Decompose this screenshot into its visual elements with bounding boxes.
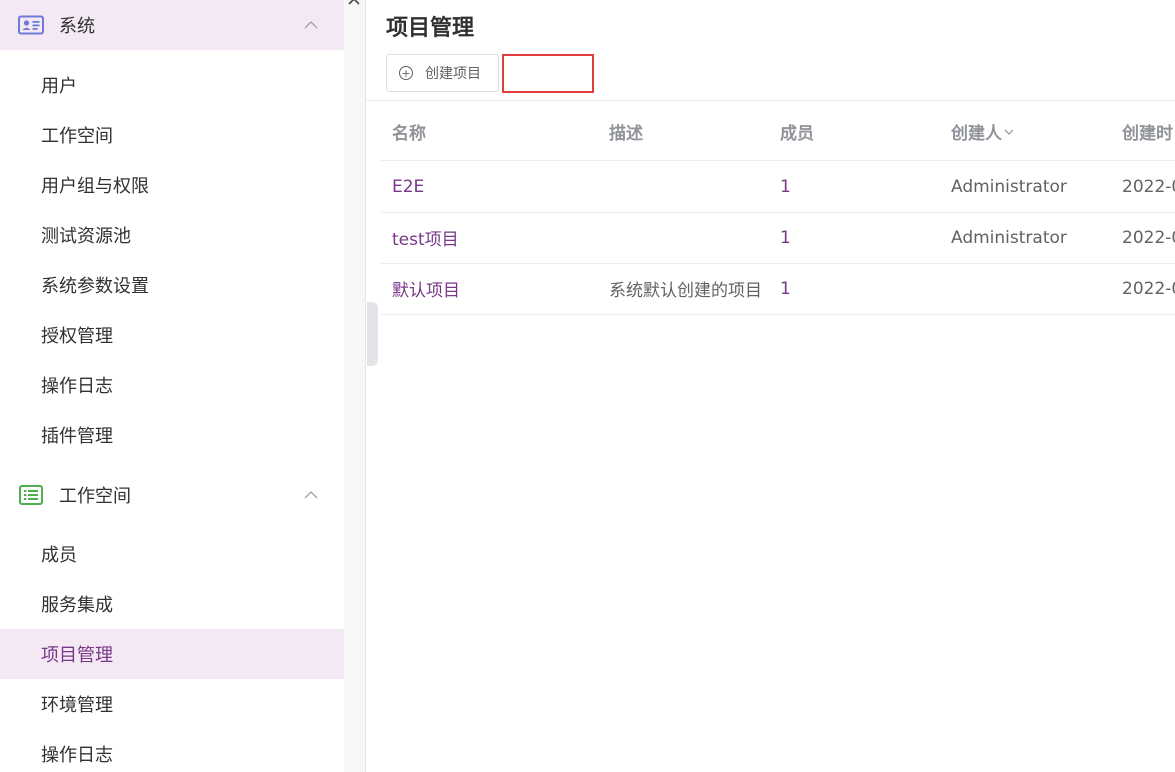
project-creator: Administrator [951,227,1067,248]
page-title: 项目管理 [386,16,475,41]
sidebar-group-system[interactable]: 系统 [0,0,344,50]
sidebar-item-integration[interactable]: 服务集成 [0,579,344,629]
project-name-link[interactable]: 默认项目 [392,263,460,314]
sidebar-collapse-handle[interactable] [367,302,378,366]
sidebar-item-users[interactable]: 用户 [0,60,344,110]
sidebar-item-environments[interactable]: 环境管理 [0,679,344,729]
sidebar-group-workspace[interactable]: 工作空间 [0,470,344,520]
create-project-button[interactable]: + 创建项目 [386,54,499,92]
header-name: 名称 [392,123,426,144]
project-members-link[interactable]: 1 [780,161,791,212]
sidebar-group-label: 工作空间 [59,486,131,507]
header-creator[interactable]: 创建人 [951,101,1014,161]
project-description: 系统默认创建的项目 [609,281,762,301]
project-created-time: 2022-0 [1122,227,1175,248]
search-input[interactable] [502,54,594,93]
id-card-icon [18,15,44,35]
project-name-link[interactable]: test项目 [392,212,459,263]
project-members-link[interactable]: 1 [780,212,791,263]
table-row: E2E 1 Administrator 2022-0 [380,161,1175,213]
sidebar-scrollbar-track[interactable] [344,0,366,772]
create-project-label: 创建项目 [425,66,481,82]
sidebar-item-plugins[interactable]: 插件管理 [0,410,344,460]
header-description: 描述 [609,123,643,144]
sidebar-item-license[interactable]: 授权管理 [0,310,344,360]
table-header: 名称 描述 成员 创建人 创建时 [380,101,1175,161]
project-creator: Administrator [951,176,1067,197]
sidebar-item-members[interactable]: 成员 [0,529,344,579]
chevron-down-icon[interactable] [1004,125,1014,138]
plus-circle-icon: + [399,66,413,80]
project-created-time: 2022-0 [1122,278,1175,299]
sidebar-item-operation-log[interactable]: 操作日志 [0,360,344,410]
table-row: 默认项目 系统默认创建的项目 1 2022-0 [380,263,1175,315]
project-created-time: 2022-0 [1122,176,1175,197]
sidebar-item-project-management[interactable]: 项目管理 [0,629,344,679]
table-row: test项目 1 Administrator 2022-0 [380,212,1175,264]
collapse-icon[interactable] [348,0,360,8]
list-icon [18,485,44,505]
header-creator-label: 创建人 [951,123,1002,144]
sidebar-item-test-resource-pool[interactable]: 测试资源池 [0,210,344,260]
project-members-link[interactable]: 1 [780,263,791,314]
sidebar-group-label: 系统 [59,16,95,37]
sidebar: 系统 用户 工作空间 用户组与权限 测试资源池 系统参数设置 授权管理 操作日志… [0,0,344,772]
sidebar-item-workspace[interactable]: 工作空间 [0,110,344,160]
header-created-time: 创建时 [1122,123,1173,144]
chevron-up-icon [304,488,318,503]
sidebar-item-user-groups[interactable]: 用户组与权限 [0,160,344,210]
sidebar-item-system-params[interactable]: 系统参数设置 [0,260,344,310]
header-members: 成员 [780,123,814,144]
sidebar-item-workspace-log[interactable]: 操作日志 [0,729,344,772]
project-name-link[interactable]: E2E [392,161,424,212]
chevron-up-icon [304,18,318,33]
